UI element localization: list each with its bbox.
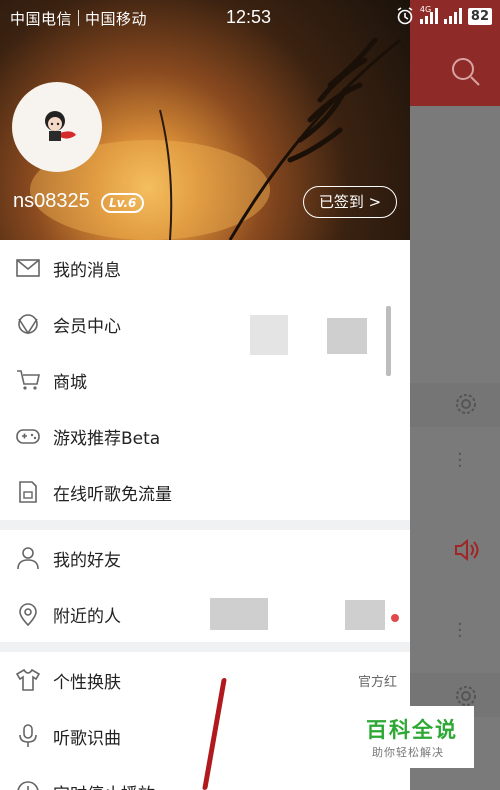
blurred-region xyxy=(327,318,367,354)
more-vertical-icon: · · · xyxy=(457,444,463,477)
scrollbar[interactable] xyxy=(386,306,391,376)
carriers: 中国电信 中国移动 xyxy=(10,8,147,29)
profile-header: ns08325 Lv.6 已签到 > xyxy=(0,0,410,240)
avatar[interactable] xyxy=(12,82,102,172)
settings-icon xyxy=(456,394,476,414)
gamepad-icon xyxy=(16,429,40,444)
menu-item-label: 会员中心 xyxy=(53,316,121,337)
cart-icon xyxy=(17,370,40,390)
battery-level: 82 xyxy=(467,7,492,25)
checkin-button[interactable]: 已签到 > xyxy=(303,186,397,218)
side-drawer: ns08325 Lv.6 已签到 > 我的消息 会员中心 商城 游戏推荐Beta… xyxy=(0,0,410,790)
mail-icon xyxy=(16,259,40,277)
status-icons: 4G 82 xyxy=(396,5,492,25)
menu-divider xyxy=(0,642,410,652)
speaker-icon xyxy=(455,538,479,562)
menu-item-label: 商城 xyxy=(53,372,87,393)
avatar-cartoon-icon xyxy=(45,111,76,141)
clock: 12:53 xyxy=(226,7,272,27)
menu-item-label: 游戏推荐Beta xyxy=(53,428,161,449)
carrier-2: 中国移动 xyxy=(85,10,148,28)
menu-item-messages[interactable]: 我的消息 xyxy=(0,240,410,296)
menu-item-song-recognition[interactable]: 听歌识曲 xyxy=(0,708,410,764)
blurred-region xyxy=(250,315,288,355)
menu-item-friends[interactable]: 我的好友 xyxy=(0,530,410,586)
clock-icon xyxy=(17,781,39,790)
blurred-region xyxy=(210,598,268,630)
network-type: 4G xyxy=(419,5,432,14)
settings-icon-2 xyxy=(456,686,476,706)
alarm-icon xyxy=(397,7,413,25)
menu-item-label: 我的消息 xyxy=(53,260,121,281)
notification-dot xyxy=(391,614,399,622)
diamond-icon xyxy=(18,314,38,335)
menu-item-games[interactable]: 游戏推荐Beta xyxy=(0,408,410,464)
person-icon xyxy=(17,547,39,570)
skin-value: 官方红 xyxy=(357,674,397,690)
location-pin-icon xyxy=(19,603,37,627)
status-bar: 中国电信 中国移动 12:53 4G 82 xyxy=(0,0,500,36)
level-badge: Lv.6 xyxy=(101,193,145,213)
menu-item-label: 听歌识曲 xyxy=(53,728,121,749)
menu-item-free-data[interactable]: 在线听歌免流量 xyxy=(0,464,410,520)
menu-item-label: 个性换肤 xyxy=(53,672,121,693)
tshirt-icon xyxy=(15,668,41,691)
signal-4g: 4G xyxy=(419,5,438,24)
search-icon[interactable] xyxy=(450,56,482,88)
menu-divider xyxy=(0,520,410,530)
menu-item-label: 附近的人 xyxy=(53,606,121,627)
signal-bars-icon-2 xyxy=(443,8,462,24)
more-vertical-icon-2: · · · xyxy=(457,614,463,647)
carrier-separator xyxy=(78,10,80,26)
menu-item-label: 我的好友 xyxy=(53,550,121,571)
carrier-1: 中国电信 xyxy=(10,10,73,28)
menu-item-label: 在线听歌免流量 xyxy=(53,484,172,505)
watermark: 百科全说 助你轻松解决 xyxy=(354,706,474,768)
watermark-title: 百科全说 xyxy=(366,718,458,742)
menu-item-label: 定时停止播放 xyxy=(53,780,155,790)
blurred-region xyxy=(345,600,385,630)
sim-card-icon xyxy=(19,481,37,503)
watermark-subtitle: 助你轻松解决 xyxy=(372,746,444,759)
menu-item-shop[interactable]: 商城 xyxy=(0,352,410,408)
microphone-icon xyxy=(19,724,37,747)
menu-item-skin[interactable]: 个性换肤 官方红 xyxy=(0,652,410,708)
username[interactable]: ns08325 xyxy=(13,190,90,213)
